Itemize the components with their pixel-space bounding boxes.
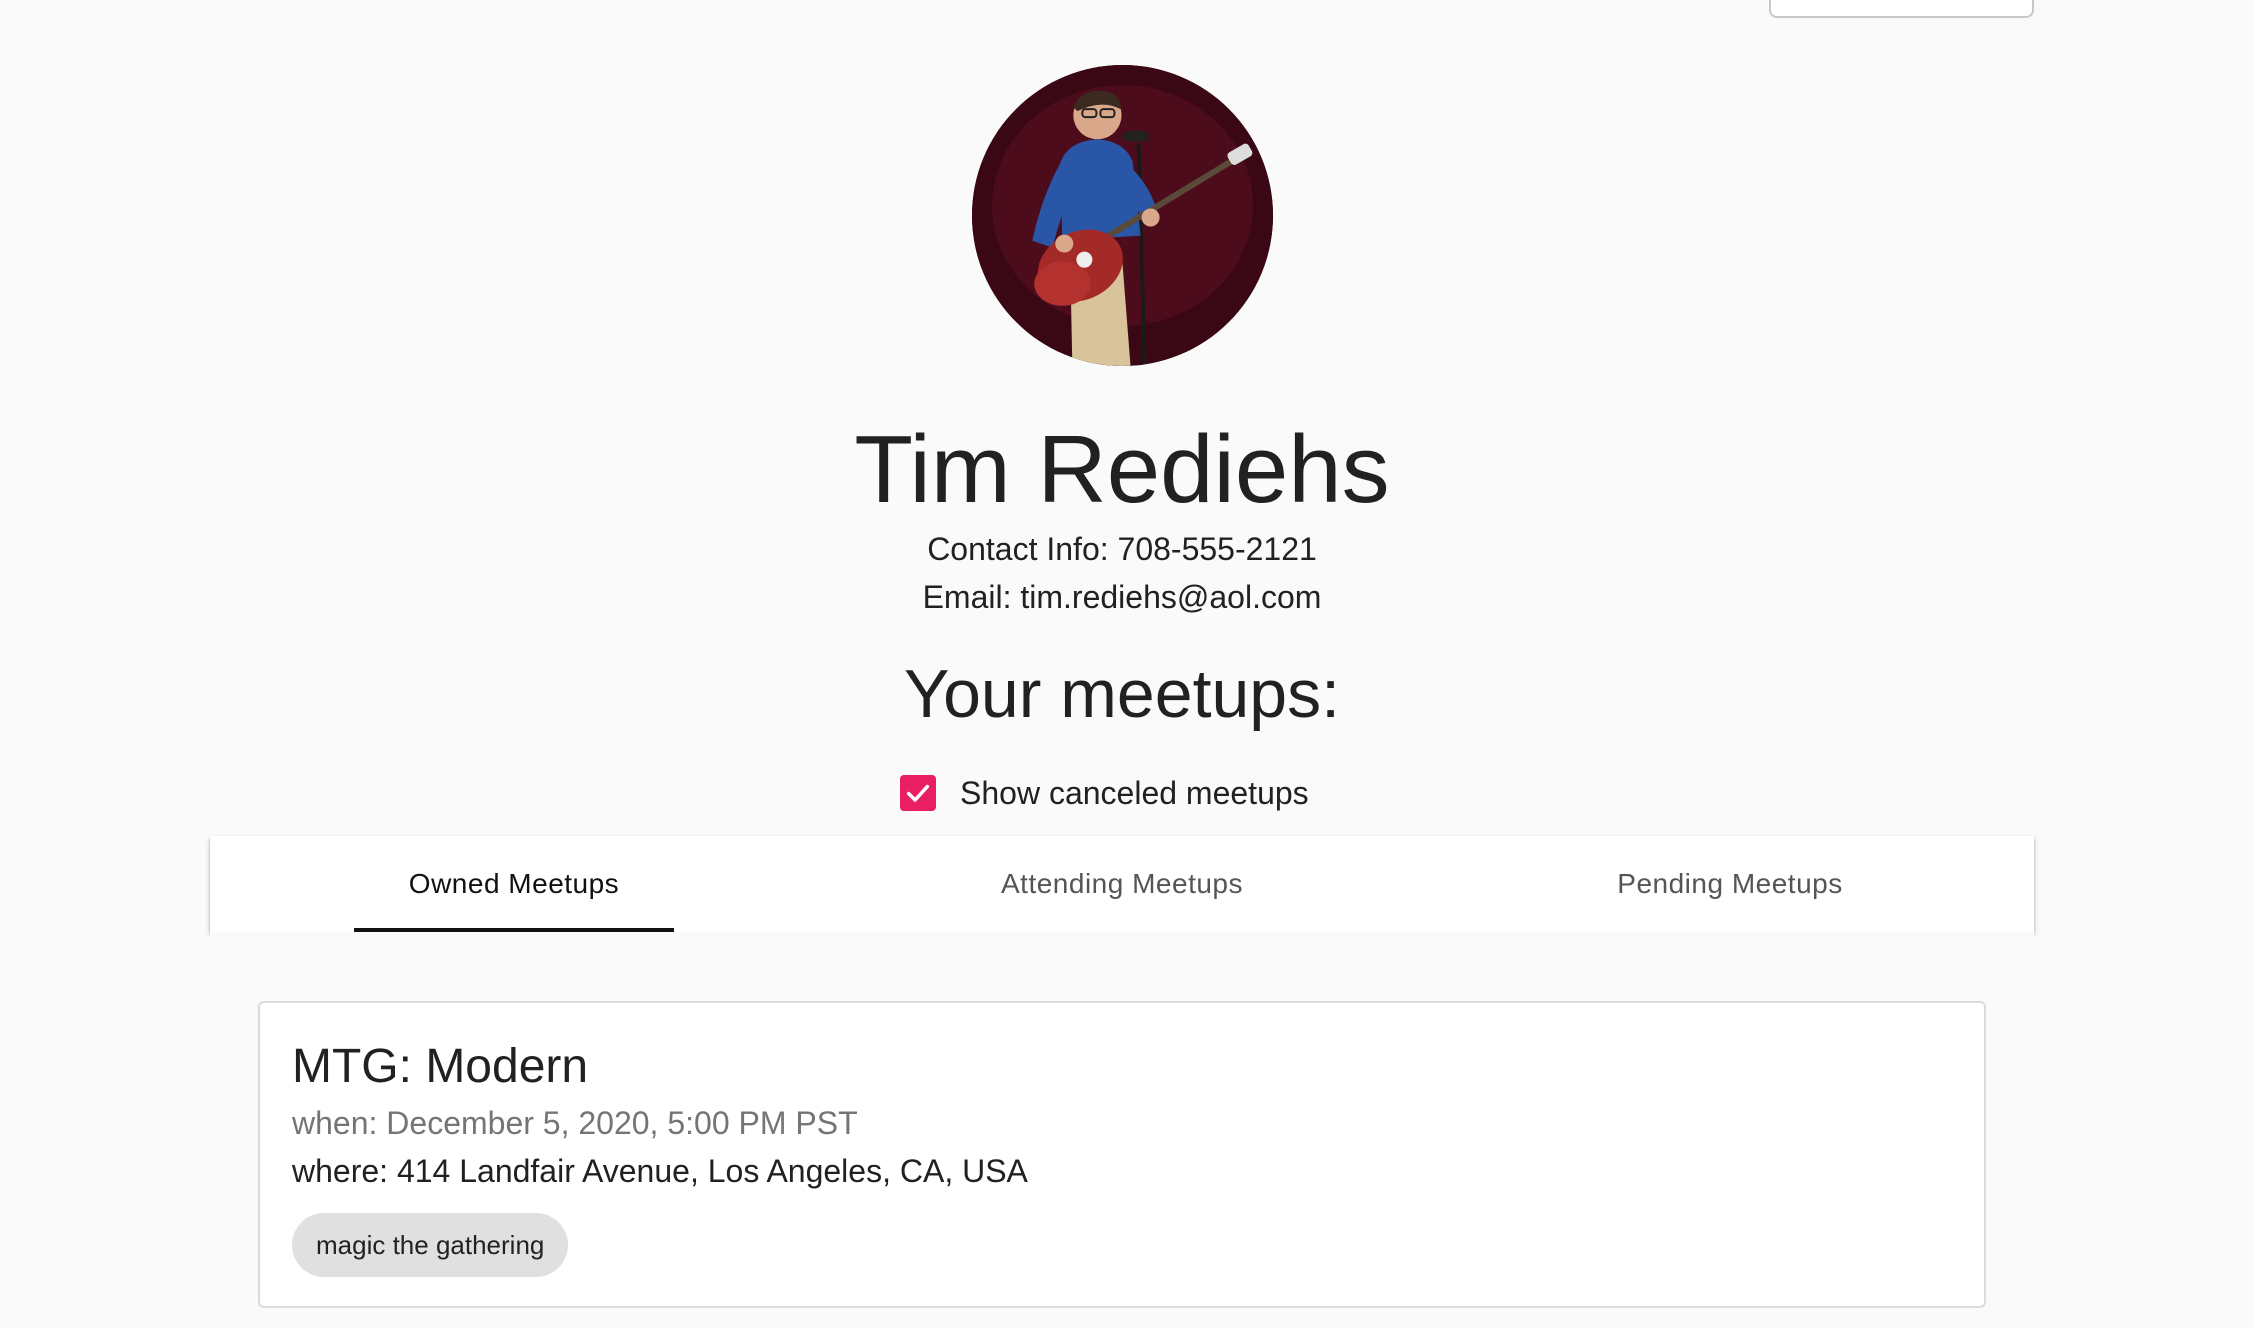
email-info: Email: tim.rediehs@aol.com	[922, 579, 1322, 615]
show-canceled-label: Show canceled meetups	[960, 775, 1309, 811]
contact-info: Contact Info: 708-555-2121	[927, 531, 1317, 567]
meetup-title: MTG: Modern	[292, 1040, 589, 1093]
show-canceled-toggle[interactable]: Show canceled meetups	[900, 772, 1309, 814]
show-canceled-checkbox[interactable]	[900, 775, 936, 811]
meetup-tabs: Owned Meetups Attending Meetups Pending …	[210, 836, 2034, 932]
avatar	[972, 65, 1273, 366]
check-icon	[906, 784, 930, 802]
tab-label: Pending Meetups	[1617, 868, 1843, 899]
profile-page: Tim Rediehs Contact Info: 708-555-2121 E…	[0, 0, 2254, 1328]
meetup-tag-chip[interactable]: magic the gathering	[292, 1213, 569, 1277]
top-right-button[interactable]	[1769, 0, 2034, 18]
tab-label: Attending Meetups	[1001, 868, 1243, 899]
tab-label: Owned Meetups	[408, 868, 620, 899]
meetup-when: when: December 5, 2020, 5:00 PM PST	[292, 1105, 858, 1141]
profile-photo	[972, 65, 1273, 366]
profile-name: Tim Rediehs	[854, 416, 1390, 523]
tab-owned-meetups[interactable]: Owned Meetups	[210, 836, 818, 932]
meetups-section-title: Your meetups:	[904, 656, 1340, 732]
meetup-where: where: 414 Landfair Avenue, Los Angeles,…	[292, 1153, 1028, 1189]
tab-attending-meetups[interactable]: Attending Meetups	[818, 836, 1426, 932]
meetup-card[interactable]: MTG: Modern when: December 5, 2020, 5:00…	[258, 1001, 1986, 1308]
tab-pending-meetups[interactable]: Pending Meetups	[1426, 836, 2034, 932]
